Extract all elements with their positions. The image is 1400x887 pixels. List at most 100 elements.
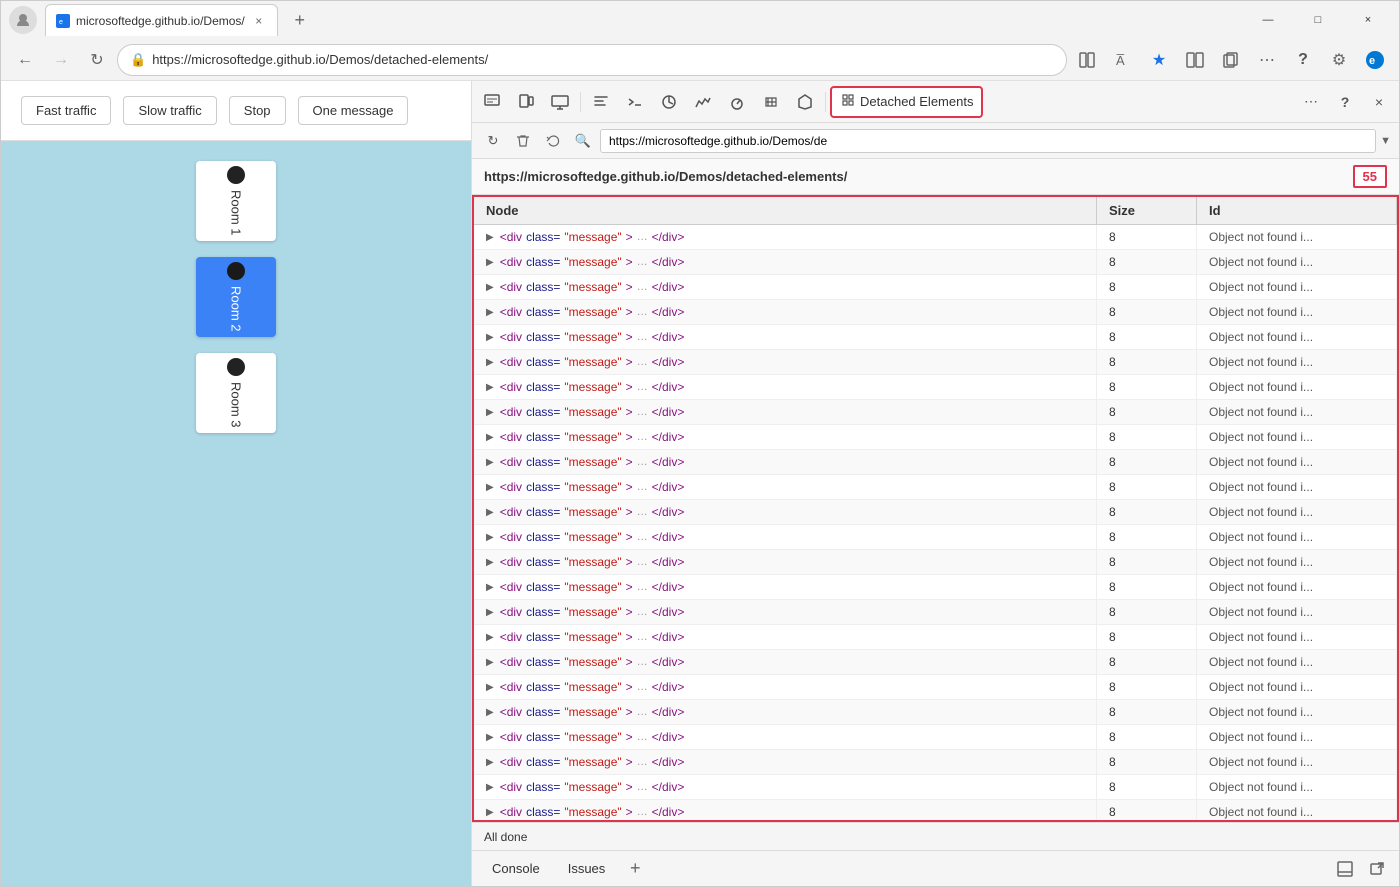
forward-button[interactable]: →: [45, 44, 77, 76]
room-2-item[interactable]: Room 2: [196, 257, 276, 337]
detached-elements-table[interactable]: Node Size Id ▶ <div class="message"> … <…: [472, 195, 1399, 822]
expand-arrow-icon: ▶: [486, 607, 494, 618]
table-row[interactable]: ▶ <div class="message"> … </div> 8 Objec…: [474, 575, 1397, 600]
screen-cast-icon[interactable]: [544, 86, 576, 118]
node-cell: ▶ <div class="message"> … </div>: [474, 250, 1097, 274]
new-tab-button[interactable]: +: [286, 6, 314, 34]
table-row[interactable]: ▶ <div class="message"> … </div> 8 Objec…: [474, 375, 1397, 400]
size-cell: 8: [1097, 700, 1197, 724]
room-3-item[interactable]: Room 3: [196, 353, 276, 433]
settings-icon[interactable]: ⚙: [1323, 44, 1355, 76]
table-row[interactable]: ▶ <div class="message"> … </div> 8 Objec…: [474, 750, 1397, 775]
address-bar[interactable]: 🔒 https://microsoftedge.github.io/Demos/…: [117, 44, 1067, 76]
one-message-button[interactable]: One message: [298, 96, 409, 125]
close-button[interactable]: ×: [1345, 4, 1391, 36]
node-cell: ▶ <div class="message"> … </div>: [474, 575, 1097, 599]
slow-traffic-button[interactable]: Slow traffic: [123, 96, 216, 125]
expand-arrow-icon: ▶: [486, 557, 494, 568]
size-cell: 8: [1097, 275, 1197, 299]
detach-devtools-icon[interactable]: [1363, 855, 1391, 883]
favorites-icon[interactable]: ★: [1143, 44, 1175, 76]
network-panel-icon[interactable]: [687, 86, 719, 118]
table-row[interactable]: ▶ <div class="message"> … </div> 8 Objec…: [474, 725, 1397, 750]
dock-side-icon[interactable]: [1331, 855, 1359, 883]
toolbar-separator-2: [825, 92, 826, 112]
bottom-bar: Console Issues +: [472, 850, 1399, 886]
table-row[interactable]: ▶ <div class="message"> … </div> 8 Objec…: [474, 350, 1397, 375]
table-row[interactable]: ▶ <div class="message"> … </div> 8 Objec…: [474, 475, 1397, 500]
table-row[interactable]: ▶ <div class="message"> … </div> 8 Objec…: [474, 525, 1397, 550]
node-cell: ▶ <div class="message"> … </div>: [474, 675, 1097, 699]
search-devtools-button[interactable]: 🔍: [570, 128, 596, 154]
reload-button[interactable]: ↻: [81, 44, 113, 76]
browser-window: e microsoftedge.github.io/Demos/ × + — □…: [0, 0, 1400, 887]
node-cell: ▶ <div class="message"> … </div>: [474, 625, 1097, 649]
memory-panel-icon[interactable]: [755, 86, 787, 118]
profile-icon[interactable]: [9, 6, 37, 34]
reading-view-icon[interactable]: [1071, 44, 1103, 76]
edge-icon[interactable]: e: [1359, 44, 1391, 76]
more-tools-devtools-icon[interactable]: ⋯: [1295, 86, 1327, 118]
devtools-url-input[interactable]: [600, 129, 1376, 153]
table-row[interactable]: ▶ <div class="message"> … </div> 8 Objec…: [474, 450, 1397, 475]
table-row[interactable]: ▶ <div class="message"> … </div> 8 Objec…: [474, 600, 1397, 625]
help-devtools-icon[interactable]: ?: [1329, 86, 1361, 118]
delete-devtools-button[interactable]: [510, 128, 536, 154]
back-button[interactable]: ←: [9, 44, 41, 76]
url-dropdown-icon[interactable]: ▼: [1380, 135, 1391, 147]
bottom-actions: [1331, 855, 1391, 883]
maximize-button[interactable]: □: [1295, 4, 1341, 36]
device-mode-icon[interactable]: [510, 86, 542, 118]
active-tab[interactable]: e microsoftedge.github.io/Demos/ ×: [45, 4, 278, 36]
node-cell: ▶ <div class="message"> … </div>: [474, 700, 1097, 724]
room-1-item[interactable]: Room 1: [196, 161, 276, 241]
table-row[interactable]: ▶ <div class="message"> … </div> 8 Objec…: [474, 425, 1397, 450]
read-aloud-icon[interactable]: A̅: [1107, 44, 1139, 76]
table-row[interactable]: ▶ <div class="message"> … </div> 8 Objec…: [474, 275, 1397, 300]
stop-button[interactable]: Stop: [229, 96, 286, 125]
help-icon[interactable]: ?: [1287, 44, 1319, 76]
elements-panel-icon[interactable]: [585, 86, 617, 118]
table-row[interactable]: ▶ <div class="message"> … </div> 8 Objec…: [474, 225, 1397, 250]
console-tab[interactable]: Console: [480, 857, 552, 880]
tab-close-button[interactable]: ×: [251, 13, 267, 29]
issues-tab[interactable]: Issues: [556, 857, 618, 880]
add-panel-button[interactable]: +: [621, 855, 649, 883]
table-row[interactable]: ▶ <div class="message"> … </div> 8 Objec…: [474, 400, 1397, 425]
inspect-element-icon[interactable]: [476, 86, 508, 118]
expand-arrow-icon: ▶: [486, 807, 494, 818]
main-content: Fast traffic Slow traffic Stop One messa…: [1, 81, 1399, 886]
close-devtools-icon[interactable]: ×: [1363, 86, 1395, 118]
fast-traffic-button[interactable]: Fast traffic: [21, 96, 111, 125]
table-row[interactable]: ▶ <div class="message"> … </div> 8 Objec…: [474, 300, 1397, 325]
refresh-devtools-button[interactable]: ↻: [480, 128, 506, 154]
sources-panel-icon[interactable]: [653, 86, 685, 118]
minimize-button[interactable]: —: [1245, 4, 1291, 36]
collections-icon[interactable]: [1215, 44, 1247, 76]
performance-panel-icon[interactable]: [721, 86, 753, 118]
application-panel-icon[interactable]: [789, 86, 821, 118]
table-row[interactable]: ▶ <div class="message"> … </div> 8 Objec…: [474, 650, 1397, 675]
table-row[interactable]: ▶ <div class="message"> … </div> 8 Objec…: [474, 625, 1397, 650]
size-cell: 8: [1097, 800, 1197, 822]
id-cell: Object not found i...: [1197, 625, 1397, 649]
id-cell: Object not found i...: [1197, 525, 1397, 549]
table-row[interactable]: ▶ <div class="message"> … </div> 8 Objec…: [474, 700, 1397, 725]
undo-devtools-button[interactable]: [540, 128, 566, 154]
table-row[interactable]: ▶ <div class="message"> … </div> 8 Objec…: [474, 775, 1397, 800]
table-row[interactable]: ▶ <div class="message"> … </div> 8 Objec…: [474, 250, 1397, 275]
table-row[interactable]: ▶ <div class="message"> … </div> 8 Objec…: [474, 500, 1397, 525]
table-row[interactable]: ▶ <div class="message"> … </div> 8 Objec…: [474, 675, 1397, 700]
expand-arrow-icon: ▶: [486, 532, 494, 543]
detached-elements-tab[interactable]: Detached Elements: [830, 86, 983, 118]
table-row[interactable]: ▶ <div class="message"> … </div> 8 Objec…: [474, 550, 1397, 575]
split-screen-icon[interactable]: [1179, 44, 1211, 76]
id-cell: Object not found i...: [1197, 700, 1397, 724]
room-3-status-dot: [227, 358, 245, 376]
table-row[interactable]: ▶ <div class="message"> … </div> 8 Objec…: [474, 325, 1397, 350]
more-tools-icon[interactable]: ⋯: [1251, 44, 1283, 76]
console-panel-icon[interactable]: [619, 86, 651, 118]
table-row[interactable]: ▶ <div class="message"> … </div> 8 Objec…: [474, 800, 1397, 822]
devtools-panel: Detached Elements ⋯ ? × ↻ 🔍 ▼: [471, 81, 1399, 886]
node-cell: ▶ <div class="message"> … </div>: [474, 425, 1097, 449]
